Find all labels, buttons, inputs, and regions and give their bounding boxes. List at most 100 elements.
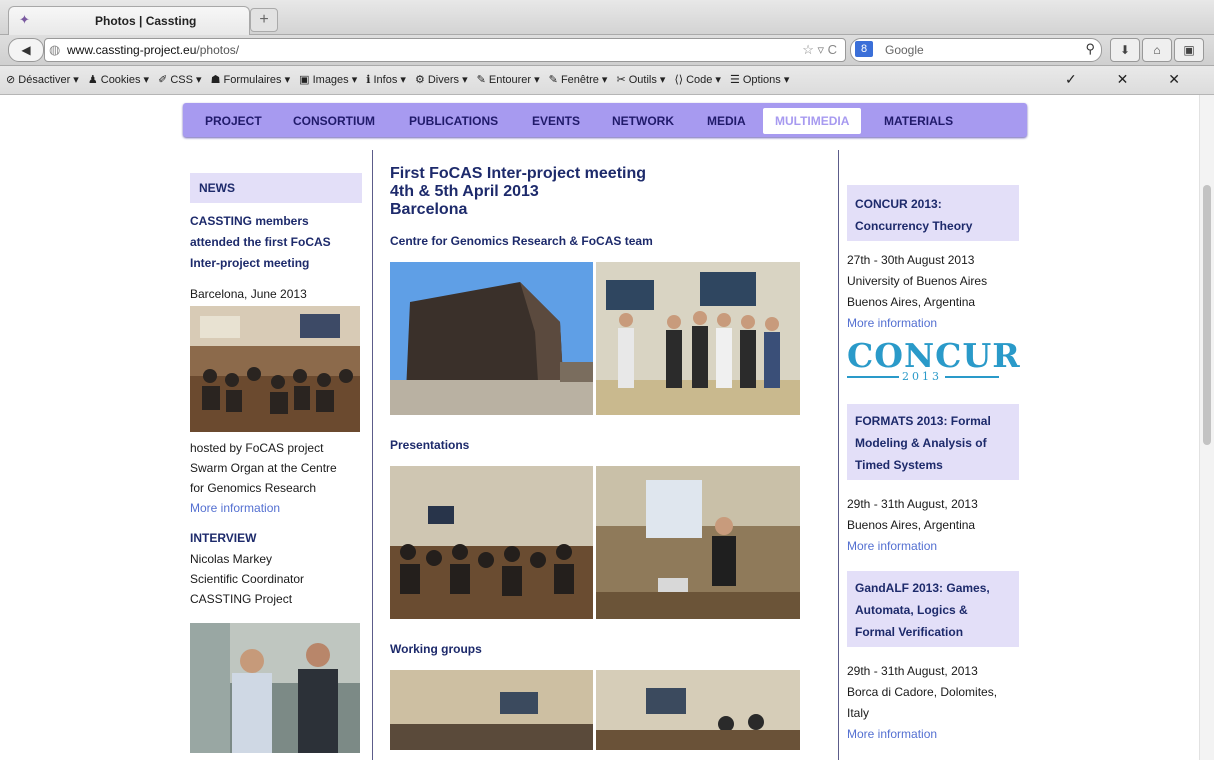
menu-network[interactable]: NETWORK [612, 114, 674, 128]
magnifier-icon[interactable]: ⚲ [1085, 41, 1095, 57]
concur-logo[interactable]: CONCUR 2013 [847, 336, 1020, 386]
devtool-label: Désactiver ▾ [18, 74, 79, 86]
presenter-image [596, 466, 800, 619]
devtool-images-menu[interactable]: ▣ Images ▾ [299, 74, 357, 86]
interview-line-1: Nicolas Markey [190, 552, 273, 566]
interview-heading: INTERVIEW [190, 531, 257, 545]
download-button[interactable]: ⬇ [1110, 38, 1140, 62]
column-divider-left [372, 150, 373, 760]
event-concur-title-line-1: CONCUR 2013: [855, 197, 942, 211]
menu-consortium[interactable]: CONSORTIUM [293, 114, 375, 128]
devtool-disable-menu[interactable]: ⊘ Désactiver ▾ [6, 74, 79, 86]
css-icon: ✐ [158, 74, 171, 86]
news-heading: NEWS [190, 173, 362, 203]
search-input[interactable]: Google [885, 43, 924, 57]
event-concur-title[interactable]: CONCUR 2013: Concurrency Theory [847, 185, 1019, 241]
event-formats-title-line-3: Timed Systems [855, 458, 943, 472]
search-engine-icon[interactable]: 8 [855, 41, 873, 57]
menu-media[interactable]: MEDIA [707, 114, 746, 128]
event-formats-title-line-1: FORMATS 2013: Formal [855, 414, 991, 428]
working-group-photo-1[interactable] [390, 670, 593, 750]
devtool-label: CSS ▾ [170, 74, 202, 86]
scrollbar-thumb[interactable] [1203, 185, 1211, 445]
search-bar[interactable]: 8 Google ⚲ [850, 38, 1102, 62]
devtool-options-menu[interactable]: ☰ Options ▾ [730, 74, 789, 86]
bookmark-star-icon[interactable]: ☆ ▿ C [802, 42, 837, 58]
menu-materials[interactable]: MATERIALS [884, 114, 953, 128]
menu-events[interactable]: EVENTS [532, 114, 580, 128]
back-button[interactable]: ◀ [8, 38, 44, 62]
event-gandalf-place-2: Italy [847, 706, 870, 720]
devtool-misc-menu[interactable]: ⚙ Divers ▾ [415, 74, 468, 86]
event-formats-title-line-2: Modeling & Analysis of [855, 436, 987, 450]
url-text: www.cassting-project.eu/photos/ [67, 43, 239, 57]
addon-button[interactable]: ▣ [1174, 38, 1204, 62]
devtool-code-menu[interactable]: ⟨⟩ Code ▾ [674, 74, 721, 86]
news-title-line-1[interactable]: CASSTING members [190, 211, 362, 232]
building-photo[interactable] [390, 262, 593, 415]
developer-toolbar-items: ⊘ Désactiver ▾ ♟ Cookies ▾ ✐ CSS ▾ ☗ Formul… [6, 73, 798, 86]
url-bar[interactable]: ◍ www.cassting-project.eu/photos/ ☆ ▿ C [44, 38, 846, 62]
home-button[interactable]: ⌂ [1142, 38, 1172, 62]
devtool-info-menu[interactable]: ℹ Infos ▾ [366, 74, 406, 86]
event-gandalf-more-link[interactable]: More information [847, 724, 1019, 745]
section-title-presentations: Presentations [390, 438, 470, 452]
devtool-label: Code ▾ [686, 74, 721, 86]
gallery-title-line-2: 4th & 5th April 2013 [390, 183, 539, 200]
concur-logo-year: 2013 [899, 370, 945, 383]
event-formats-more-link[interactable]: More information [847, 536, 1019, 557]
devtool-forms-menu[interactable]: ☗ Formulaires ▾ [211, 74, 291, 86]
page-scrollbar[interactable] [1199, 95, 1214, 760]
gallery-content: First FoCAS Inter-project meeting 4th & … [390, 165, 810, 750]
new-tab-button[interactable]: + [250, 8, 278, 32]
event-formats-date: 29th - 31th August, 2013 [847, 497, 978, 511]
event-concur-place-2: Buenos Aires, Argentina [847, 295, 976, 309]
main-menu: PROJECT CONSORTIUM PUBLICATIONS EVENTS N… [183, 103, 1027, 137]
devtool-label: Fenêtre ▾ [560, 74, 608, 86]
meeting-room-photo [190, 306, 360, 432]
devtool-label: Cookies ▾ [100, 74, 150, 86]
web-page: PROJECT CONSORTIUM PUBLICATIONS EVENTS N… [0, 95, 1214, 760]
devtool-tools-menu[interactable]: ✂ Outils ▾ [616, 74, 665, 86]
news-title-line-2[interactable]: attended the first FoCAS [190, 232, 362, 253]
news-photo[interactable] [190, 306, 360, 432]
event-gandalf-title[interactable]: GandALF 2013: Games, Automata, Logics & … [847, 571, 1019, 647]
presenter-photo[interactable] [596, 466, 800, 619]
devtool-label: Divers ▾ [427, 74, 468, 86]
devtool-window-menu[interactable]: ✎ Fenêtre ▾ [549, 74, 608, 86]
devtool-cookies-menu[interactable]: ♟ Cookies ▾ [88, 74, 149, 86]
code-icon: ⟨⟩ [674, 74, 687, 86]
news-title-line-3[interactable]: Inter-project meeting [190, 253, 362, 274]
devtool-outline-menu[interactable]: ✎ Entourer ▾ [477, 74, 540, 86]
devtool-css-menu[interactable]: ✐ CSS ▾ [158, 74, 201, 86]
addon-icon: ▣ [1183, 43, 1195, 57]
event-gandalf-date: 29th - 31th August, 2013 [847, 664, 978, 678]
outline-icon: ✎ [476, 74, 489, 86]
news-more-link[interactable]: More information [190, 498, 362, 518]
devtool-label: Formulaires ▾ [223, 74, 291, 86]
event-concur-more-link[interactable]: More information [847, 313, 1019, 334]
menu-project[interactable]: PROJECT [205, 114, 262, 128]
devtool-label: Outils ▾ [628, 74, 666, 86]
cookies-icon: ♟ [87, 74, 101, 86]
event-formats-place: Buenos Aires, Argentina [847, 518, 976, 532]
interview-photo[interactable] [190, 623, 360, 753]
devtool-label: Images ▾ [312, 74, 358, 86]
browser-tab[interactable]: ✦ Photos | Cassting [8, 6, 250, 35]
menu-multimedia[interactable]: MULTIMEDIA [763, 108, 862, 134]
toolbar-close-icons[interactable]: ✓ ✕ ✕ [1065, 71, 1198, 88]
section-title-working-groups: Working groups [390, 642, 482, 656]
gallery-title-line-1: First FoCAS Inter-project meeting [390, 165, 647, 182]
url-domain: www.cassting-project.eu [67, 43, 197, 57]
team-photo[interactable] [596, 262, 800, 415]
tools-icon: ✂ [616, 74, 629, 86]
building-image [390, 262, 593, 415]
audience-photo[interactable] [390, 466, 593, 619]
event-concur-title-line-2: Concurrency Theory [855, 219, 973, 233]
download-icon: ⬇ [1119, 43, 1131, 57]
menu-publications[interactable]: PUBLICATIONS [409, 114, 498, 128]
working-group-photo-2[interactable] [596, 670, 800, 750]
event-formats-title[interactable]: FORMATS 2013: Formal Modeling & Analysis… [847, 404, 1019, 480]
photo-row-2 [390, 466, 810, 620]
section-title-genomics: Centre for Genomics Research & FoCAS tea… [390, 234, 653, 248]
